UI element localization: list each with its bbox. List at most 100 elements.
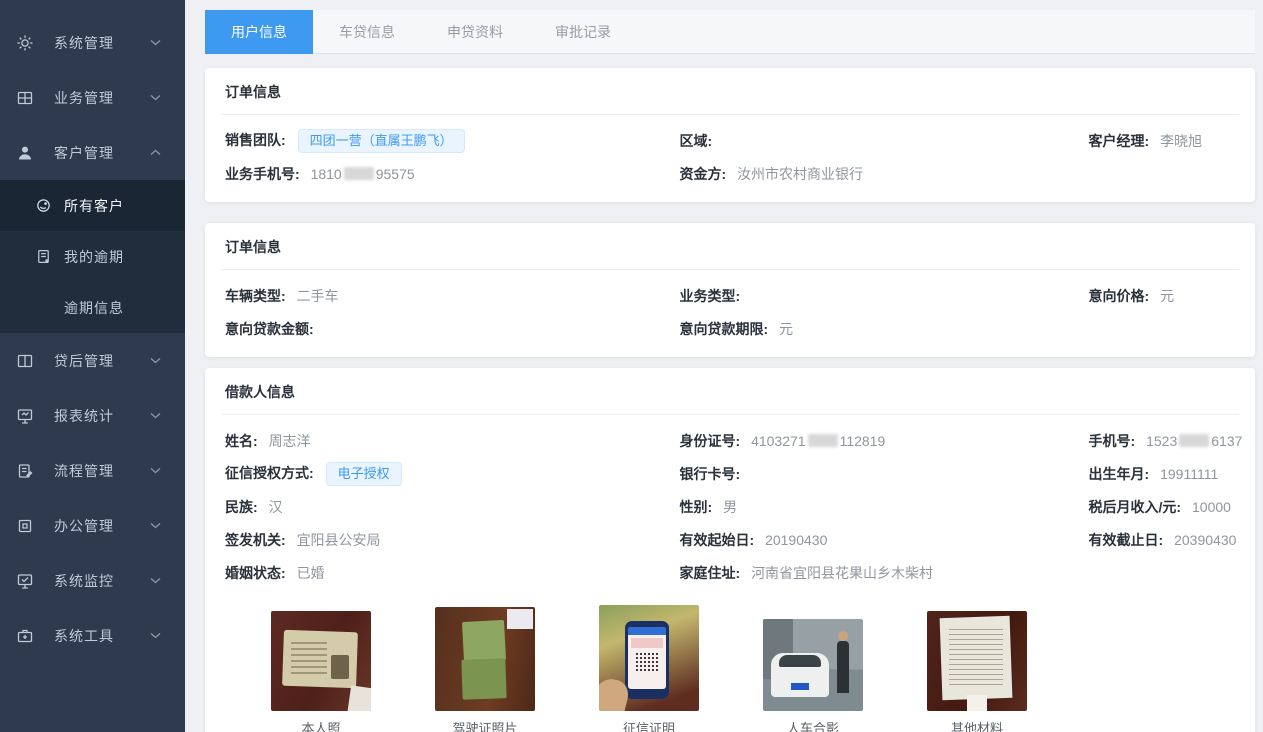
redaction-blur bbox=[808, 434, 838, 447]
field-mobile-phone: 手机号: 15236137 bbox=[1089, 431, 1235, 451]
photo-credit-proof-phone[interactable] bbox=[599, 605, 699, 711]
field-label: 签发机关: bbox=[225, 532, 286, 548]
field-home-address: 家庭住址: 河南省宜阳县花果山乡木柴村 bbox=[680, 563, 1089, 583]
field-value: 元 bbox=[779, 321, 793, 337]
field-label: 业务手机号: bbox=[225, 166, 300, 182]
field-label: 有效起始日: bbox=[680, 532, 755, 548]
field-label: 意向贷款金额: bbox=[225, 321, 314, 337]
app-window: 系统管理 业务管理 客户管理 bbox=[0, 0, 1263, 732]
sidebar-item-system-monitor[interactable]: 系统监控 bbox=[0, 553, 185, 608]
photo-caption: 人车合影 bbox=[787, 718, 839, 732]
clipboard-icon bbox=[16, 462, 34, 480]
photo-caption: 本人照 bbox=[301, 718, 340, 732]
sidebar-item-system-tools[interactable]: 系统工具 bbox=[0, 608, 185, 663]
user-icon bbox=[16, 144, 34, 162]
sidebar-item-label: 系统工具 bbox=[54, 626, 150, 646]
tab-loan-application-docs[interactable]: 申贷资料 bbox=[421, 10, 529, 54]
book-icon bbox=[16, 352, 34, 370]
sidebar-item-label: 我的逾期 bbox=[64, 247, 124, 267]
field-label: 税后月收入/元: bbox=[1089, 499, 1182, 515]
field-business-phone: 业务手机号: 181095575 bbox=[225, 164, 680, 184]
tab-approval-records[interactable]: 审批记录 bbox=[529, 10, 637, 54]
field-value: 已婚 bbox=[297, 565, 325, 581]
field-label: 手机号: bbox=[1089, 433, 1136, 449]
sidebar-item-office-mgmt[interactable]: 办公管理 bbox=[0, 498, 185, 553]
field-birth-date: 出生年月: 19911111 bbox=[1089, 464, 1235, 484]
tab-car-loan-info[interactable]: 车贷信息 bbox=[313, 10, 421, 54]
redaction-blur bbox=[1179, 434, 1209, 447]
sidebar-item-system-mgmt[interactable]: 系统管理 bbox=[0, 15, 185, 70]
field-funder: 资金方: 汝州市农村商业银行 bbox=[680, 164, 1089, 184]
field-value: 20390430 bbox=[1174, 532, 1236, 548]
chevron-down-icon bbox=[150, 632, 161, 639]
field-label: 资金方: bbox=[680, 166, 727, 182]
field-label: 区域: bbox=[680, 133, 713, 149]
detail-tabs: 用户信息 车贷信息 申贷资料 审批记录 bbox=[205, 10, 1255, 54]
field-value: 宜阳县公安局 bbox=[297, 532, 381, 548]
field-label: 民族: bbox=[225, 499, 258, 515]
field-label: 出生年月: bbox=[1089, 466, 1150, 482]
field-vehicle-type: 车辆类型: 二手车 bbox=[225, 286, 680, 306]
field-label: 性别: bbox=[680, 499, 713, 515]
sidebar-item-label: 逾期信息 bbox=[64, 298, 124, 318]
field-label: 身份证号: bbox=[680, 433, 741, 449]
field-value: 汉 bbox=[269, 499, 283, 515]
field-label: 婚姻状态: bbox=[225, 565, 286, 581]
photo-drivers-license[interactable] bbox=[435, 607, 535, 711]
photo-person-with-car[interactable] bbox=[763, 619, 863, 711]
sidebar-item-report-stats[interactable]: 报表统计 bbox=[0, 388, 185, 443]
photo-caption: 其他材料 bbox=[951, 718, 1003, 732]
tab-user-info[interactable]: 用户信息 bbox=[205, 10, 313, 54]
sidebar-item-label: 系统管理 bbox=[54, 33, 150, 53]
photo-document-paper[interactable] bbox=[927, 611, 1027, 711]
field-value: 周志洋 bbox=[269, 433, 311, 449]
card-title: 订单信息 bbox=[221, 223, 1239, 270]
sidebar-item-overdue-info[interactable]: 逾期信息 bbox=[0, 282, 185, 333]
photo-id-card[interactable] bbox=[271, 611, 371, 711]
photo-caption: 驾驶证照片 bbox=[452, 718, 517, 732]
chevron-down-icon bbox=[150, 357, 161, 364]
chevron-down-icon bbox=[150, 522, 161, 529]
sidebar-item-business-mgmt[interactable]: 业务管理 bbox=[0, 70, 185, 125]
field-intent-loan-term: 意向贷款期限: 元 bbox=[680, 319, 1089, 339]
chevron-up-icon bbox=[150, 149, 161, 156]
sidebar-item-label: 贷后管理 bbox=[54, 351, 150, 371]
sales-team-tag[interactable]: 四团一营（直属王鹏飞） bbox=[298, 129, 465, 153]
toolbox-icon bbox=[16, 627, 34, 645]
sidebar-item-label: 业务管理 bbox=[54, 88, 150, 108]
field-value: 二手车 bbox=[297, 288, 339, 304]
grid-icon bbox=[16, 89, 34, 107]
field-valid-from: 有效起始日: 20190430 bbox=[680, 530, 1089, 550]
customers-icon bbox=[35, 197, 52, 214]
field-label: 客户经理: bbox=[1089, 133, 1150, 149]
chevron-down-icon bbox=[150, 39, 161, 46]
field-business-type: 业务类型: bbox=[680, 286, 1089, 306]
field-label: 业务类型: bbox=[680, 288, 741, 304]
sidebar: 系统管理 业务管理 客户管理 bbox=[0, 0, 185, 732]
field-gender: 性别: 男 bbox=[680, 497, 1089, 517]
field-value: 10000 bbox=[1192, 499, 1231, 515]
field-label: 有效截止日: bbox=[1089, 532, 1164, 548]
field-value: 20190430 bbox=[765, 532, 827, 548]
sidebar-item-all-customers[interactable]: 所有客户 bbox=[0, 180, 185, 231]
sidebar-item-postloan-mgmt[interactable]: 贷后管理 bbox=[0, 333, 185, 388]
sidebar-item-process-mgmt[interactable]: 流程管理 bbox=[0, 443, 185, 498]
credit-auth-tag[interactable]: 电子授权 bbox=[326, 462, 402, 486]
field-label: 销售团队: bbox=[225, 132, 286, 148]
field-label: 姓名: bbox=[225, 433, 258, 449]
borrower-info-card: 借款人信息 姓名: 周志洋 身份证号: 4103271112819 手机号: 1… bbox=[205, 368, 1255, 732]
field-marital-status: 婚姻状态: 已婚 bbox=[225, 563, 680, 583]
sidebar-item-label: 报表统计 bbox=[54, 406, 150, 426]
monitor-check-icon bbox=[16, 572, 34, 590]
office-icon bbox=[16, 517, 34, 535]
field-account-manager: 客户经理: 李晓旭 bbox=[1089, 131, 1235, 151]
sidebar-item-label: 系统监控 bbox=[54, 571, 150, 591]
field-monthly-income: 税后月收入/元: 10000 bbox=[1089, 497, 1235, 517]
sidebar-item-label: 办公管理 bbox=[54, 516, 150, 536]
field-ethnicity: 民族: 汉 bbox=[225, 497, 680, 517]
sidebar-item-label: 客户管理 bbox=[54, 143, 150, 163]
sidebar-item-my-overdue[interactable]: 我的逾期 bbox=[0, 231, 185, 282]
sidebar-item-customer-mgmt[interactable]: 客户管理 bbox=[0, 125, 185, 180]
chevron-down-icon bbox=[150, 412, 161, 419]
field-value: 19911111 bbox=[1160, 466, 1218, 482]
